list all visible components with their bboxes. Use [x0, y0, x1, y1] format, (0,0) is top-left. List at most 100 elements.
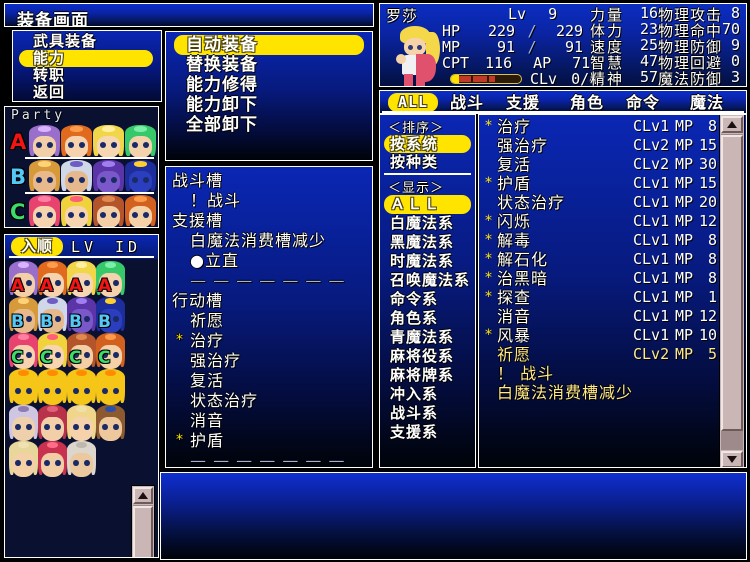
party-row-C[interactable]: C — [7, 195, 156, 227]
portrait[interactable] — [96, 405, 125, 441]
ability-row-12[interactable]: 祈愿 CLv2 MP 5 — [485, 345, 717, 364]
filter-option-4[interactable]: 召唤魔法系 — [384, 271, 471, 290]
roster-cell-3-2[interactable]: C — [38, 333, 67, 369]
equip-menu-item-1[interactable]: 能力 — [19, 50, 153, 67]
slot-action-item-2[interactable]: 强治疗 — [172, 351, 366, 371]
filter-option-9[interactable]: 麻将牌系 — [384, 366, 471, 385]
equip-menu-item-2[interactable]: 转职 — [19, 67, 155, 84]
party-member-A3[interactable] — [93, 125, 124, 158]
action-menu-item-0[interactable]: 自动装备 — [174, 35, 364, 55]
roster-cell-1-4[interactable]: A — [96, 261, 125, 297]
action-menu-item-4[interactable]: 全部卸下 — [174, 115, 364, 135]
ability-row-10[interactable]: 消音 CLv1 MP 12 — [485, 307, 717, 326]
portrait[interactable] — [67, 405, 96, 441]
ability-row-4[interactable]: 状态治疗 CLv1 MP 20 — [485, 193, 717, 212]
sort-options[interactable]: 按系统 按种类 — [384, 135, 471, 171]
roster-cell-4-1[interactable] — [9, 369, 38, 405]
portrait[interactable] — [67, 441, 96, 477]
roster-cell-3-4[interactable]: C — [96, 333, 125, 369]
action-menu-list[interactable]: 自动装备 替换装备 能力修得 能力卸下 全部卸下 — [174, 35, 364, 135]
slot-action-item-7[interactable]: — — — — — — — — [172, 451, 366, 467]
roster-cell-3-3[interactable]: C — [67, 333, 96, 369]
roster-col-id[interactable]: ID — [115, 238, 141, 256]
slot-header-battle[interactable]: 战斗槽 — [172, 171, 366, 191]
roster-scrollbar[interactable] — [131, 485, 155, 557]
party-row-faces[interactable] — [29, 160, 156, 193]
roster-cell-4-2[interactable] — [38, 369, 67, 405]
roster-cell-4-4[interactable] — [96, 369, 125, 405]
roster-cell-6-1[interactable] — [9, 441, 38, 477]
roster-cell-5-4[interactable] — [96, 405, 125, 441]
equip-menu-item-3[interactable]: 返回 — [19, 84, 155, 101]
slot-support-item-0[interactable]: 白魔法消费槽减少 — [172, 231, 366, 251]
slot-support-item-1[interactable]: ●立直 — [172, 251, 366, 271]
filter-option-6[interactable]: 角色系 — [384, 309, 471, 328]
portrait[interactable] — [67, 369, 96, 405]
slot-header-support[interactable]: 支援槽 — [172, 211, 366, 231]
filter-option-7[interactable]: 青魔法系 — [384, 328, 471, 347]
ability-row-5[interactable]: * 闪烁 CLv1 MP 12 — [485, 212, 717, 231]
party-member-B3[interactable] — [93, 160, 124, 193]
roster-cell-5-1[interactable] — [9, 405, 38, 441]
slot-action-item-5[interactable]: 消音 — [172, 411, 366, 431]
roster-cell-5-3[interactable] — [67, 405, 96, 441]
party-member-C4[interactable] — [125, 195, 156, 227]
ability-scrollbar[interactable] — [719, 115, 745, 467]
portrait[interactable] — [96, 369, 125, 405]
party-member-C1[interactable] — [29, 195, 60, 227]
filter-option-2[interactable]: 黑魔法系 — [384, 233, 471, 252]
roster-row-6[interactable] — [9, 441, 125, 477]
roster-cell-6-2[interactable] — [38, 441, 67, 477]
slots-list[interactable]: 战斗槽 ！战斗 支援槽 白魔法消费槽减少 ●立直 — — — — — — — 行动槽 祈愿 * 治… — [172, 171, 366, 467]
roster-cell-1-1[interactable]: A — [9, 261, 38, 297]
portrait[interactable] — [38, 405, 67, 441]
roster-scroll-up-button[interactable] — [133, 487, 153, 504]
portrait[interactable] — [9, 369, 38, 405]
slot-battle-item-0[interactable]: ！战斗 — [172, 191, 366, 211]
party-row-faces[interactable] — [29, 195, 156, 227]
ability-scroll-down-button[interactable] — [721, 451, 743, 467]
roster-row-4[interactable] — [9, 369, 125, 405]
slot-support-item-2[interactable]: — — — — — — — — [172, 271, 366, 291]
ability-scroll-thumb[interactable] — [721, 135, 743, 431]
portrait[interactable] — [9, 405, 38, 441]
slot-header-action[interactable]: 行动槽 — [172, 291, 366, 311]
ability-row-2[interactable]: 复活 CLv2 MP 30 — [485, 155, 717, 174]
ability-row-3[interactable]: * 护盾 CLv1 MP 15 — [485, 174, 717, 193]
filter-option-10[interactable]: 冲入系 — [384, 385, 471, 404]
filter-option-1[interactable]: 白魔法系 — [384, 214, 471, 233]
portrait[interactable] — [96, 441, 125, 477]
action-menu-item-3[interactable]: 能力卸下 — [174, 95, 364, 115]
portrait[interactable] — [9, 441, 38, 477]
slot-action-item-1[interactable]: * 治疗 — [172, 331, 366, 351]
filter-option-8[interactable]: 麻将役系 — [384, 347, 471, 366]
roster-scroll-thumb[interactable] — [133, 506, 153, 557]
roster-col-lv[interactable]: LV — [71, 238, 97, 256]
slot-action-item-4[interactable]: 状态治疗 — [172, 391, 366, 411]
slot-action-item-3[interactable]: 复活 — [172, 371, 366, 391]
tab-支援[interactable]: 支援 — [506, 93, 540, 112]
roster-cell-1-2[interactable]: A — [38, 261, 67, 297]
roster-cell-6-3[interactable] — [67, 441, 96, 477]
tab-战斗[interactable]: 战斗 — [450, 93, 484, 112]
ability-row-14[interactable]: 白魔法消费槽减少 — [485, 383, 717, 402]
sort-option-0[interactable]: 按系统 — [384, 135, 471, 153]
roster-row-1[interactable]: AAAA — [9, 261, 125, 297]
filter-option-12[interactable]: 支援系 — [384, 423, 471, 442]
party-member-A4[interactable] — [125, 125, 156, 158]
ability-row-6[interactable]: * 解毒 CLv1 MP 8 — [485, 231, 717, 250]
ability-rows[interactable]: * 治疗 CLv1 MP 8 强治疗 CLv2 MP 15 复活 CLv2 MP 30 * 护盾 CLv1 MP… — [485, 117, 717, 402]
roster-row-5[interactable] — [9, 405, 125, 441]
party-row-A[interactable]: A — [7, 125, 156, 159]
roster-cell-6-4[interactable] — [96, 441, 125, 477]
slot-action-item-6[interactable]: * 护盾 — [172, 431, 366, 451]
action-menu-item-1[interactable]: 替换装备 — [174, 55, 364, 75]
party-member-B4[interactable] — [125, 160, 156, 193]
ability-row-0[interactable]: * 治疗 CLv1 MP 8 — [485, 117, 717, 136]
portrait[interactable] — [38, 441, 67, 477]
ability-row-8[interactable]: * 治黑暗 CLv1 MP 8 — [485, 269, 717, 288]
roster-cell-1-3[interactable]: A — [67, 261, 96, 297]
party-member-B2[interactable] — [61, 160, 92, 193]
roster-cell-2-3[interactable]: B — [67, 297, 96, 333]
ability-row-9[interactable]: * 探查 CLv1 MP 1 — [485, 288, 717, 307]
